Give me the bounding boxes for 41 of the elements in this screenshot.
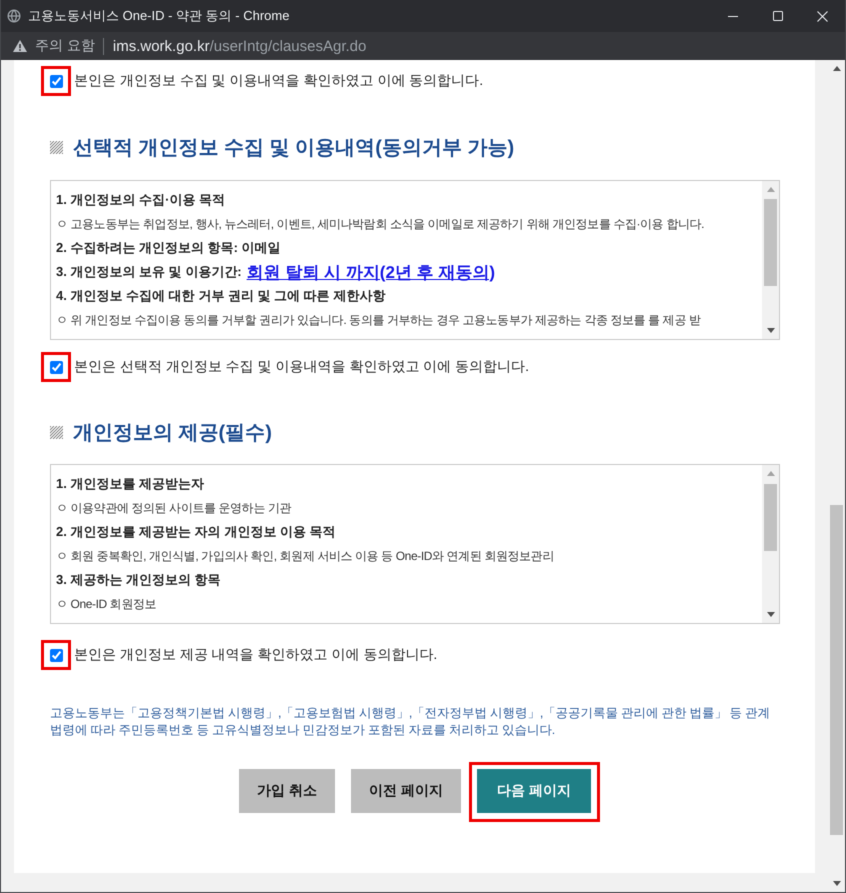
scroll-down-icon[interactable] [832, 881, 840, 886]
scrollbar-thumb[interactable] [764, 199, 777, 286]
security-label[interactable]: 주의 요함 [35, 37, 95, 55]
consent-label: 본인은 선택적 개인정보 수집 및 이용내역을 확인하였고 이에 동의합니다. [74, 358, 530, 376]
hatched-square-icon [50, 426, 63, 438]
checkbox[interactable] [50, 360, 63, 374]
scroll-down-icon[interactable] [766, 612, 774, 617]
previous-page-button[interactable]: 이전 페이지 [351, 769, 461, 813]
terms-item: ㅇ 회원 중복확인, 개인식별, 가입의사 확인, 회원제 서비스 이용 등 One-ID와 연계된 회원정보관리 [56, 548, 554, 564]
terms-item: ㅇ One-ID 회원정보 [56, 596, 156, 612]
notice-text: 고용노동부는「고용정책기본법 시행령」,「고용보험법 시행령」,「전자정부법 시행령」,「공공기록물 관리에 관한 법률」 등 관계 법령에 따라 주민등록번호 등 고유식별정보나 민감정보가 포함된 자료를 처리하고 있습니다. [50, 705, 772, 739]
scrollbar-thumb[interactable] [764, 484, 777, 551]
hatched-square-icon [50, 140, 63, 154]
terms-heading: 2. 개인정보를 제공받는 자의 개인정보 이용 목적 [56, 523, 336, 541]
address-url[interactable]: ims.work.go.kr/userIntg/clausesAgr.do [112, 38, 366, 54]
terms-item: ㅇ 이용약관에 정의된 사이트를 운영하는 기관 [56, 500, 292, 516]
close-icon [817, 10, 828, 22]
section-heading: 선택적 개인정보 수집 및 이용내역(동의거부 가능) [73, 136, 514, 160]
maximize-icon [772, 11, 782, 21]
scroll-down-icon[interactable] [766, 328, 774, 333]
scroll-up-icon[interactable] [832, 66, 840, 71]
warning-icon [13, 40, 27, 52]
terms-item: ㅇ 위 개인정보 수집이용 동의를 거부할 권리가 있습니다. 동의를 거부하는 경우 고용노동부가 제공하는 각종 정보를 를 제공 받 [56, 312, 700, 328]
next-page-button[interactable]: 다음 페이지 [476, 769, 591, 813]
retention-period: 회원 탈퇴 시 까지(2년 후 재동의) [246, 262, 496, 284]
section-heading: 개인정보의 제공(필수) [73, 420, 272, 446]
consent-label: 본인은 개인정보 제공 내역을 확인하였고 이에 동의합니다. [74, 646, 438, 664]
terms-item: ㅇ 고용노동부는 취업정보, 행사, 뉴스레터, 이벤트, 세미나박람회 소식을 이메일로 제공하기 위해 개인정보를 수집·이용 합니다. [56, 216, 704, 232]
checkbox[interactable] [50, 648, 63, 662]
cancel-button[interactable]: 가입 취소 [239, 769, 336, 813]
terms-heading: 2. 수집하려는 개인정보의 항목: 이메일 [56, 239, 281, 257]
window-title: 고용노동서비스 One-ID - 약관 동의 - Chrome [28, 7, 290, 25]
terms-heading: 4. 개인정보 수집에 대한 거부 권리 및 그에 따른 제한사항 [56, 287, 386, 305]
globe-icon [7, 9, 21, 23]
checkbox[interactable] [50, 74, 63, 88]
terms-heading: 1. 개인정보의 수집·이용 목적 [56, 191, 226, 209]
terms-heading: 1. 개인정보를 제공받는자 [56, 475, 204, 493]
scrollbar-thumb[interactable] [830, 505, 843, 835]
terms-heading: 3. 제공하는 개인정보의 항목 [56, 571, 221, 589]
consent-label: 본인은 개인정보 수집 및 이용내역을 확인하였고 이에 동의합니다. [74, 72, 484, 90]
terms-heading: 3. 개인정보의 보유 및 이용기간: [56, 263, 242, 281]
